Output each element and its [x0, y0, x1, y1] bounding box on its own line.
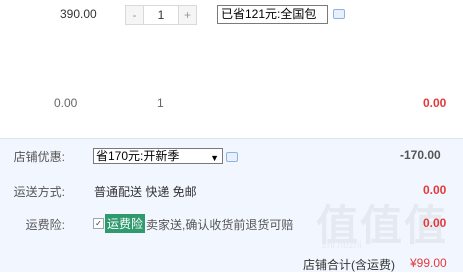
item2-quantity: 1	[157, 96, 164, 110]
quantity-input[interactable]: 1	[143, 6, 179, 24]
message-icon[interactable]	[226, 152, 238, 162]
item-price: 390.00	[60, 7, 97, 21]
shop-total-amount: ¥99.00	[410, 256, 447, 270]
shipping-insurance-tag: 运费险	[105, 214, 146, 233]
shop-discount-select[interactable]: 省170元:开新季 ▼	[93, 148, 223, 164]
shipping-method-value: 普通配送 快递 免邮	[94, 185, 197, 199]
shipping-method-label: 运送方式:	[13, 185, 65, 199]
item2-total: 0.00	[423, 96, 447, 110]
shop-discount-value: 省170元:开新季	[96, 149, 180, 163]
watermark-sub: zhi.hbzhi	[322, 240, 362, 251]
shop-discount-amount: -170.00	[400, 148, 441, 162]
shipping-insurance-checkbox[interactable]: ✓	[93, 218, 104, 229]
message-icon[interactable]	[333, 9, 345, 19]
decrease-button[interactable]: -	[126, 6, 143, 24]
shipping-insurance-amount: 0.00	[423, 216, 447, 230]
quantity-stepper[interactable]: - 1 +	[125, 5, 197, 25]
shop-total-label: 店铺合计(含运费)	[303, 258, 395, 272]
shipping-insurance-label: 运费险:	[25, 218, 65, 232]
item2-price: 0.00	[54, 96, 78, 110]
shop-discount-label: 店铺优惠:	[13, 150, 65, 164]
dropdown-arrow-icon: ▼	[210, 153, 219, 163]
shipping-insurance-desc: 卖家送,确认收货前退货可赔	[146, 218, 294, 232]
item-promotion-select[interactable]: 已省121元:全国包	[217, 5, 328, 24]
increase-button[interactable]: +	[179, 6, 196, 24]
